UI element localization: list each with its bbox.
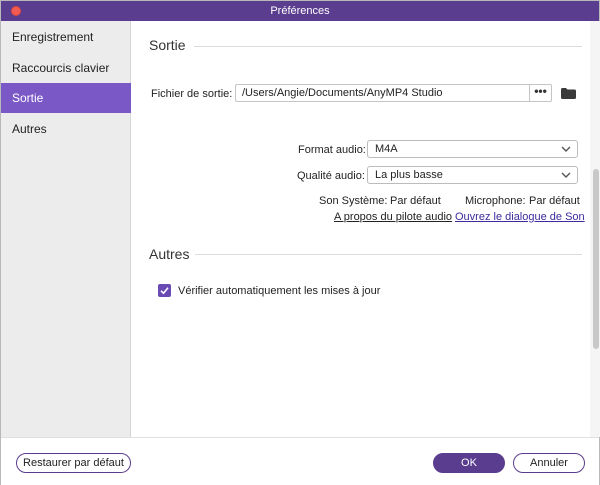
checkmark-icon	[160, 287, 169, 295]
audio-format-label: Format audio:	[298, 144, 366, 156]
sound-dialog-link[interactable]: Ouvrez le dialogue de Son	[455, 211, 585, 223]
title-bar: Préférences	[1, 1, 599, 21]
auto-update-label: Vérifier automatiquement les mises à jou…	[178, 285, 381, 297]
auto-update-checkbox[interactable]	[158, 284, 171, 297]
folder-icon[interactable]	[561, 88, 576, 99]
output-file-label: Fichier de sortie:	[151, 88, 233, 100]
main-panel: Sortie Fichier de sortie: /Users/Angie/D…	[132, 21, 590, 437]
section-divider	[195, 254, 582, 255]
sidebar-item-enregistrement[interactable]: Enregistrement	[1, 22, 131, 52]
section-title-sortie: Sortie	[149, 37, 186, 53]
output-path-field[interactable]: /Users/Angie/Documents/AnyMP4 Studio	[235, 84, 552, 102]
microphone-value: Par défaut	[529, 195, 580, 207]
audio-quality-value: La plus basse	[375, 169, 443, 181]
close-window-button[interactable]	[11, 6, 21, 16]
scrollbar-thumb[interactable]	[593, 169, 599, 349]
audio-format-value: M4A	[375, 143, 398, 155]
sidebar-item-raccourcis-clavier[interactable]: Raccourcis clavier	[1, 53, 131, 83]
audio-quality-select[interactable]: La plus basse	[367, 166, 578, 184]
ok-button[interactable]: OK	[433, 453, 505, 473]
system-sound-label: Son Système:	[319, 195, 388, 207]
output-path-value: /Users/Angie/Documents/AnyMP4 Studio	[242, 87, 443, 99]
footer-bar: Restaurer par défaut OK Annuler	[1, 437, 599, 485]
chevron-down-icon	[561, 146, 571, 152]
section-divider	[194, 46, 582, 47]
window-title: Préférences	[270, 5, 330, 17]
preferences-window: Préférences Enregistrement Raccourcis cl…	[0, 0, 600, 485]
microphone-label: Microphone:	[465, 195, 526, 207]
browse-dots-button[interactable]: •••	[529, 85, 551, 101]
cancel-button[interactable]: Annuler	[513, 453, 585, 473]
chevron-down-icon	[561, 172, 571, 178]
section-title-autres: Autres	[149, 246, 190, 262]
audio-driver-link[interactable]: A propos du pilote audio	[334, 211, 452, 223]
sidebar: Enregistrement Raccourcis clavier Sortie…	[1, 21, 131, 437]
sidebar-item-sortie[interactable]: Sortie	[1, 83, 131, 113]
audio-quality-label: Qualité audio:	[297, 170, 365, 182]
restore-defaults-button[interactable]: Restaurer par défaut	[16, 453, 131, 473]
system-sound-value: Par défaut	[390, 195, 441, 207]
sidebar-item-autres[interactable]: Autres	[1, 114, 131, 144]
audio-format-select[interactable]: M4A	[367, 140, 578, 158]
